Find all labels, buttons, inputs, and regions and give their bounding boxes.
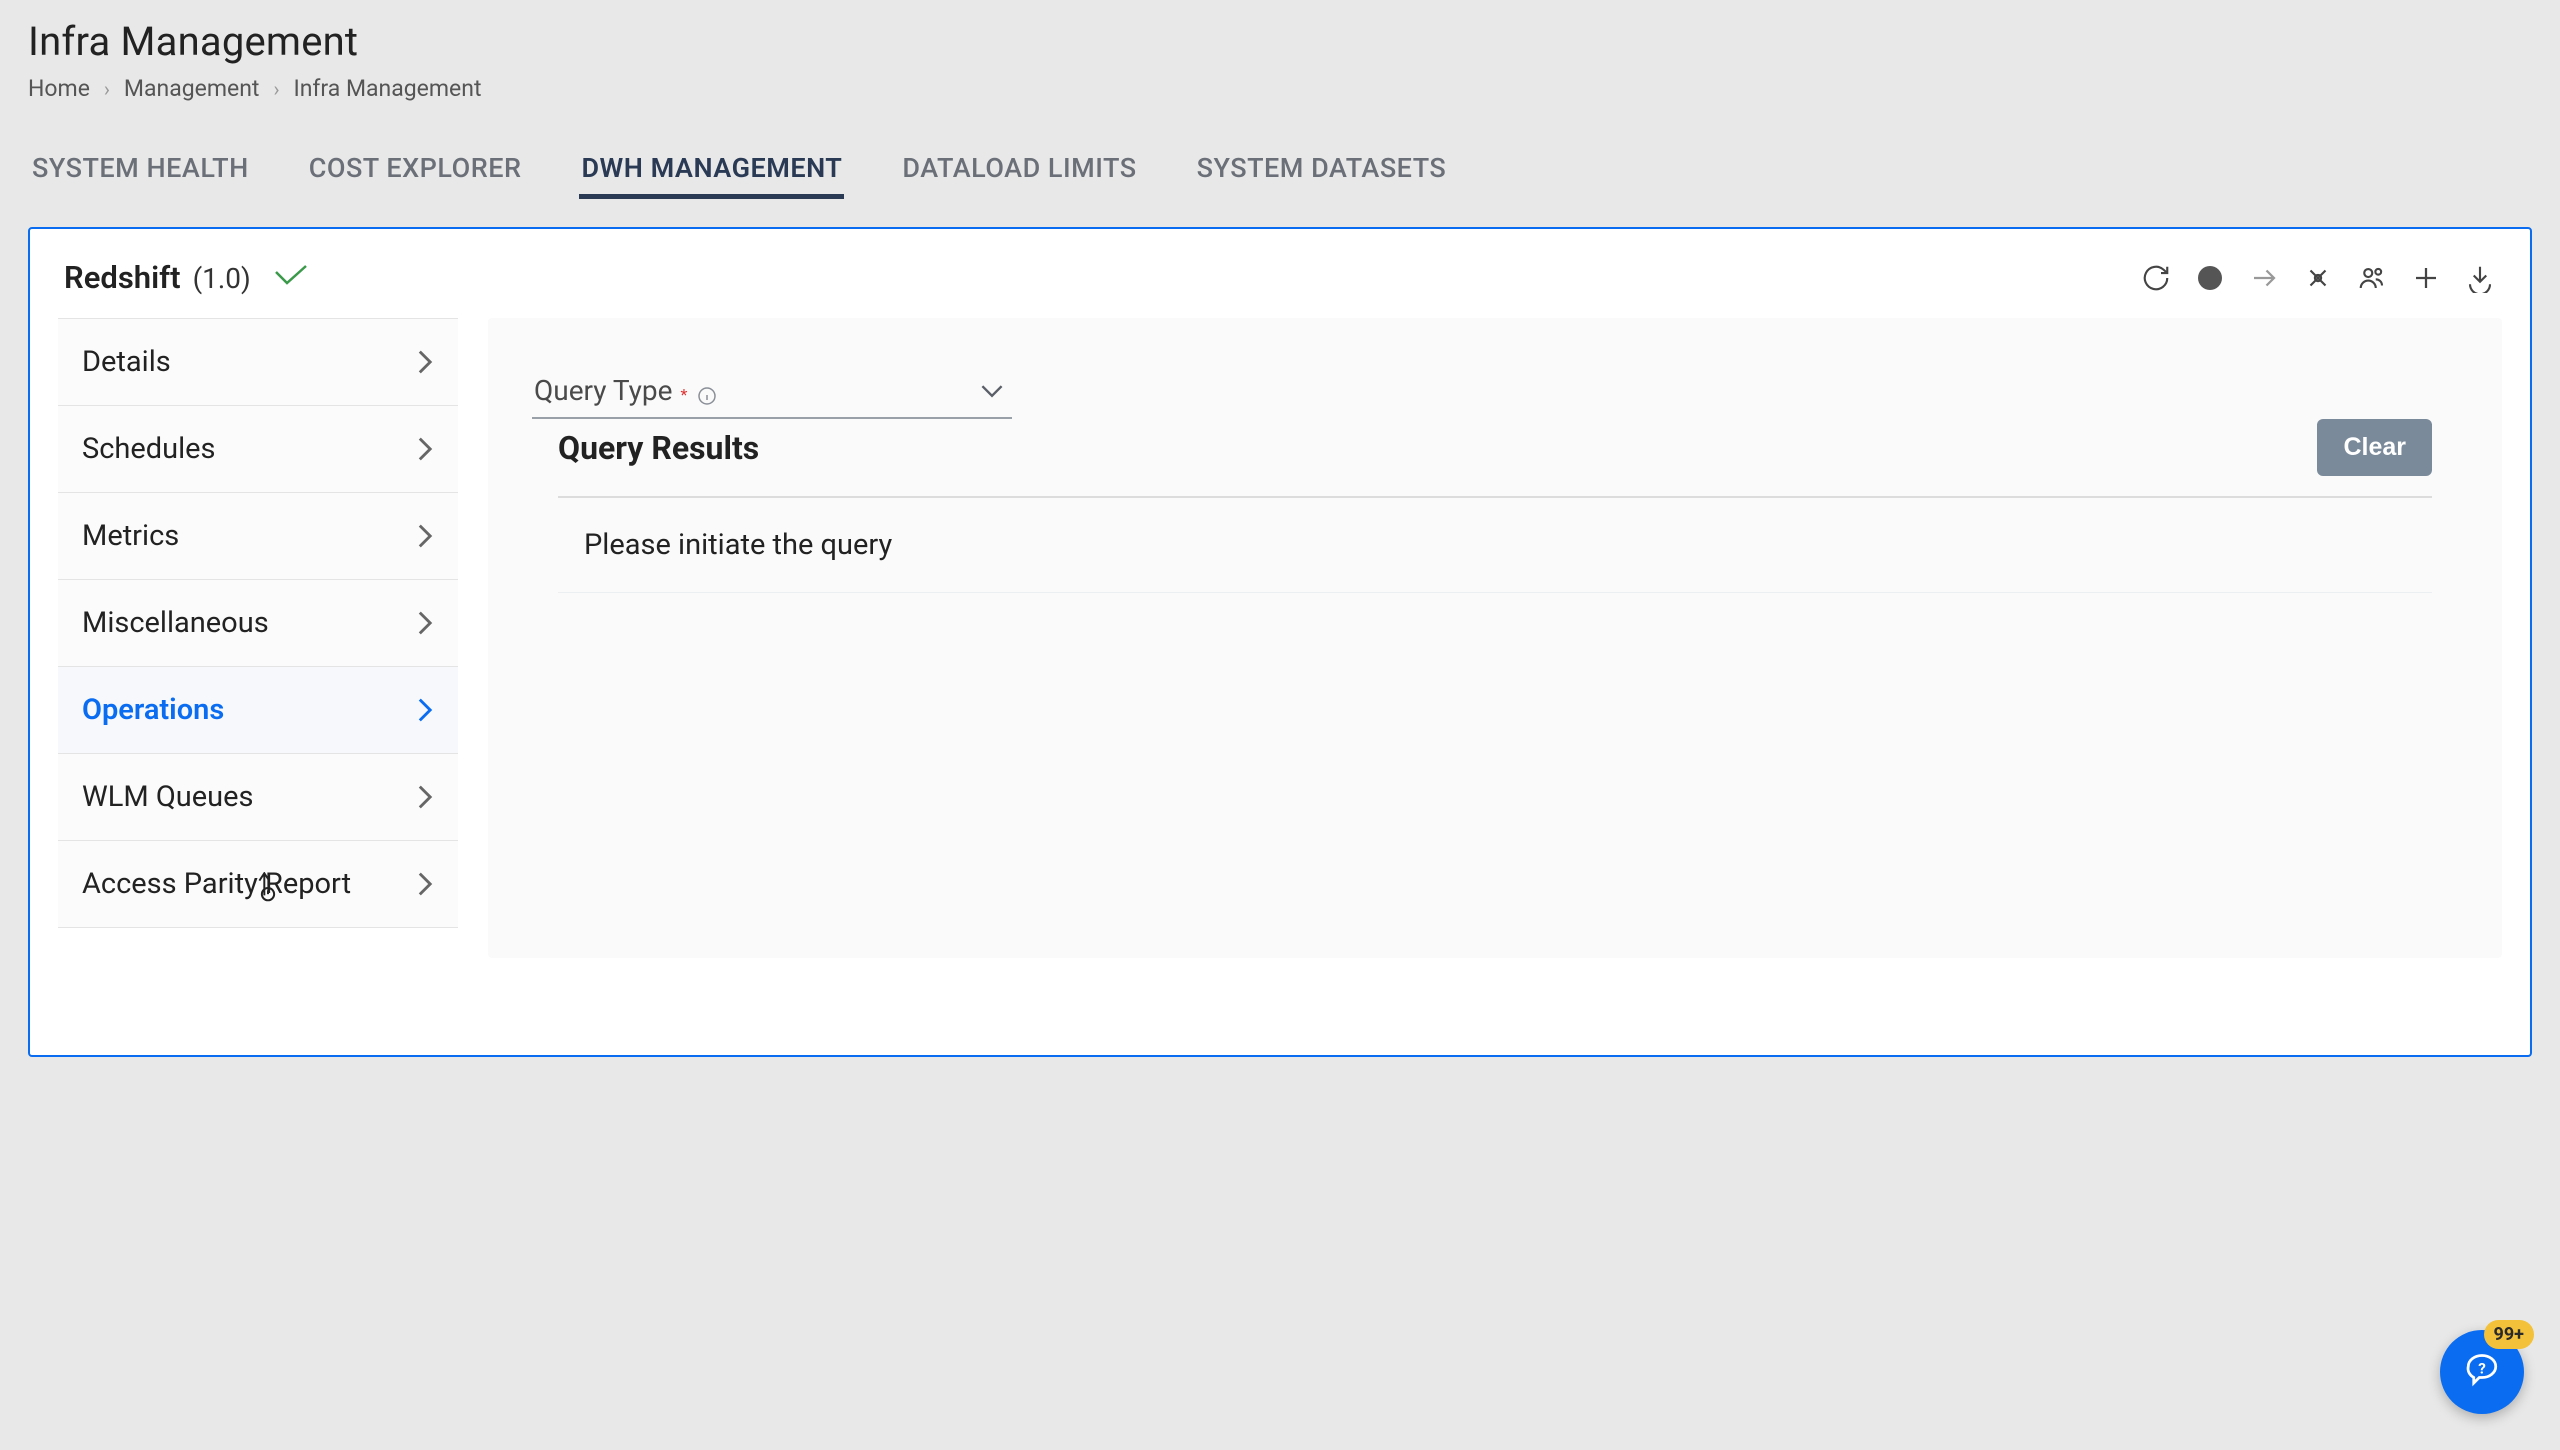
sidebar-item-label: Access Parity Report (82, 867, 351, 901)
sidebar: Details Schedules Metrics Miscellaneous (58, 318, 458, 958)
sidebar-item-operations[interactable]: Operations (58, 667, 458, 754)
refresh-icon[interactable] (2140, 262, 2172, 294)
sidebar-item-label: Details (82, 345, 171, 379)
sidebar-item-access-parity-report[interactable]: Access Parity Report (58, 841, 458, 928)
breadcrumb-management[interactable]: Management (124, 75, 260, 102)
plus-icon[interactable] (2410, 262, 2442, 294)
sidebar-item-metrics[interactable]: Metrics (58, 493, 458, 580)
chevron-right-icon (416, 436, 434, 462)
panel-title: Redshift (64, 259, 181, 296)
chevron-right-icon (416, 697, 434, 723)
help-fab[interactable]: ? 99+ (2440, 1330, 2524, 1414)
status-dot-icon[interactable] (2194, 262, 2226, 294)
chevron-right-icon (416, 784, 434, 810)
sidebar-item-details[interactable]: Details (58, 318, 458, 406)
main-panel: Redshift (1.0) (28, 227, 2532, 1057)
tab-cost-explorer[interactable]: COST EXPLORER (307, 142, 524, 199)
page-title: Infra Management (28, 18, 2532, 65)
sidebar-item-schedules[interactable]: Schedules (58, 406, 458, 493)
chevron-right-icon (416, 523, 434, 549)
tab-dwh-management[interactable]: DWH MANAGEMENT (579, 142, 844, 199)
query-type-label: Query Type (534, 374, 672, 407)
arrow-right-icon[interactable] (2248, 262, 2280, 294)
chevron-right-icon (416, 349, 434, 375)
panel-toolbar (2140, 262, 2496, 294)
clear-button[interactable]: Clear (2317, 419, 2432, 476)
sidebar-item-label: Metrics (82, 519, 179, 553)
required-indicator: * (680, 385, 687, 404)
results-empty-message: Please initiate the query (558, 498, 2432, 593)
sidebar-item-miscellaneous[interactable]: Miscellaneous (58, 580, 458, 667)
results-title: Query Results (558, 429, 759, 467)
tab-system-health[interactable]: SYSTEM HEALTH (30, 142, 251, 199)
info-icon[interactable] (697, 386, 717, 406)
tab-system-datasets[interactable]: SYSTEM DATASETS (1195, 142, 1449, 199)
sidebar-item-wlm-queues[interactable]: WLM Queues (58, 754, 458, 841)
breadcrumb-current: Infra Management (293, 75, 481, 102)
chevron-right-icon (416, 610, 434, 636)
sidebar-item-label: Operations (82, 693, 224, 727)
users-icon[interactable] (2356, 262, 2388, 294)
tab-dataload-limits[interactable]: DATALOAD LIMITS (900, 142, 1138, 199)
sidebar-item-label: WLM Queues (82, 780, 254, 814)
tools-icon[interactable] (2302, 262, 2334, 294)
chevron-right-icon: › (104, 77, 110, 101)
sidebar-item-label: Schedules (82, 432, 216, 466)
sidebar-item-label: Miscellaneous (82, 606, 269, 640)
download-icon[interactable] (2464, 262, 2496, 294)
svg-text:?: ? (2478, 1359, 2486, 1377)
chevron-right-icon (416, 871, 434, 897)
chevron-down-icon (980, 383, 1004, 399)
tabs: SYSTEM HEALTH COST EXPLORER DWH MANAGEME… (0, 112, 2560, 199)
breadcrumb: Home › Management › Infra Management (28, 75, 2532, 102)
content-area: Query Type * Query Results Clear Please … (488, 318, 2502, 958)
chevron-right-icon: › (273, 77, 279, 101)
breadcrumb-home[interactable]: Home (28, 75, 90, 102)
check-icon (273, 264, 309, 288)
help-badge: 99+ (2484, 1320, 2534, 1349)
panel-version: (1.0) (193, 262, 251, 295)
query-type-select[interactable]: Query Type * (532, 368, 1012, 419)
